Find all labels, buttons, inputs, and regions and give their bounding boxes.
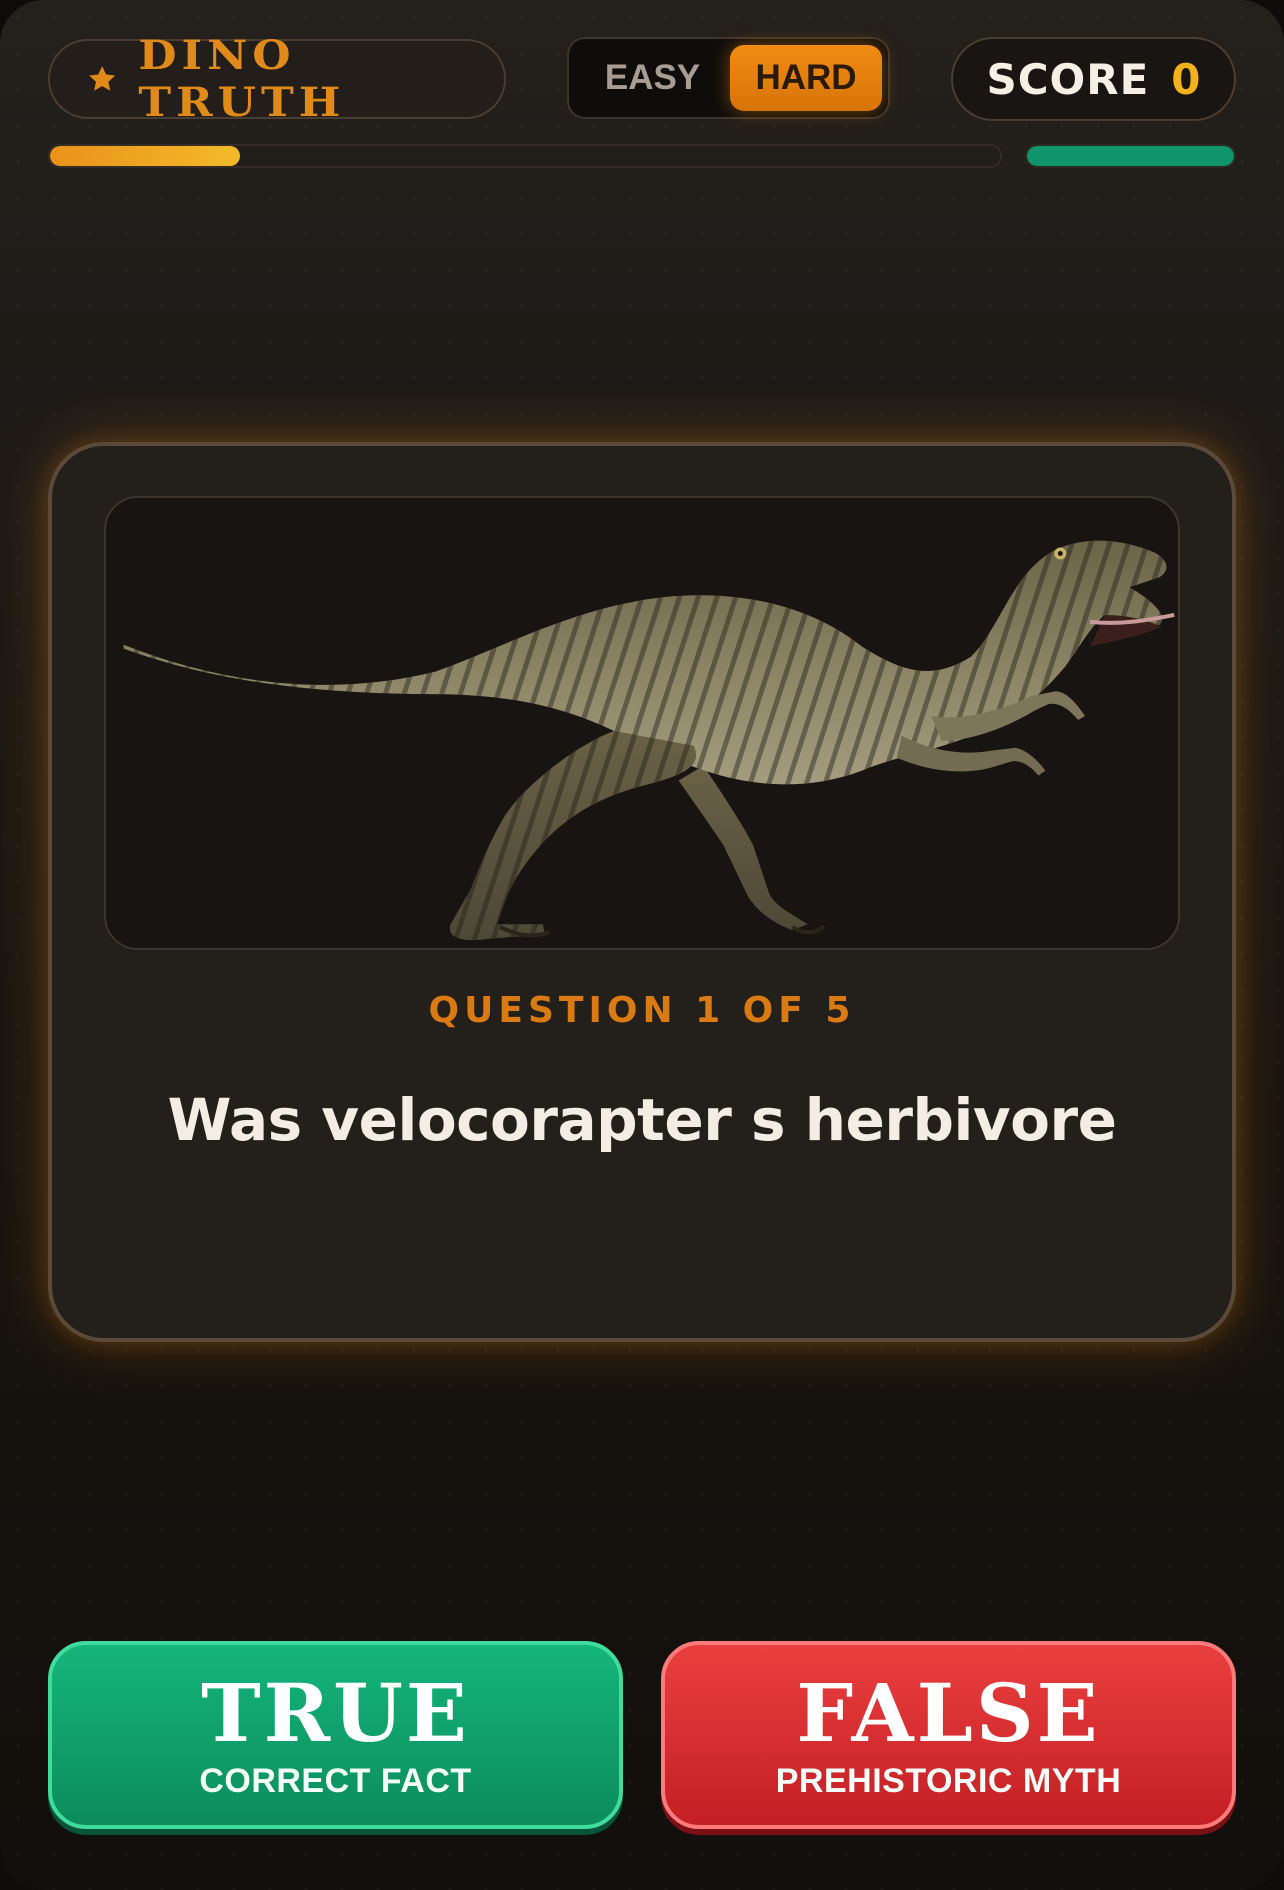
game-screen: DINO TRUTH EASY HARD SCORE 0 QUESTION 1 …	[0, 0, 1284, 1890]
star-icon	[89, 66, 116, 91]
question-counter: QUESTION 1 OF 5	[428, 990, 856, 1031]
true-label: TRUE	[201, 1665, 470, 1760]
score-label: SCORE	[986, 54, 1150, 104]
false-answer-button[interactable]: FALSE PREHISTORIC MYTH	[661, 1641, 1236, 1829]
score-display: SCORE 0	[951, 37, 1236, 121]
brand-badge: DINO TRUTH	[48, 32, 506, 126]
true-answer-button[interactable]: TRUE CORRECT FACT	[48, 1641, 623, 1829]
velociraptor-illustration	[108, 498, 1176, 948]
question-card: QUESTION 1 OF 5 Was velocorapter s herbi…	[48, 442, 1236, 1342]
status-bar-fill	[1027, 146, 1234, 166]
score-value: 0	[1171, 54, 1201, 104]
difficulty-toggle: EASY HARD	[567, 37, 890, 119]
difficulty-hard-button[interactable]: HARD	[730, 45, 882, 111]
question-text: Was velocorapter s herbivore	[167, 1086, 1117, 1154]
false-sublabel: PREHISTORIC MYTH	[775, 1761, 1122, 1800]
status-bar	[1025, 144, 1236, 168]
question-progress-fill	[50, 146, 240, 166]
question-progress-bar	[48, 144, 1002, 168]
velociraptor-image	[104, 496, 1180, 950]
difficulty-easy-button[interactable]: EASY	[575, 45, 730, 111]
brand-title: DINO TRUTH	[138, 32, 346, 126]
false-label: FALSE	[796, 1665, 1101, 1760]
true-sublabel: CORRECT FACT	[199, 1761, 472, 1800]
